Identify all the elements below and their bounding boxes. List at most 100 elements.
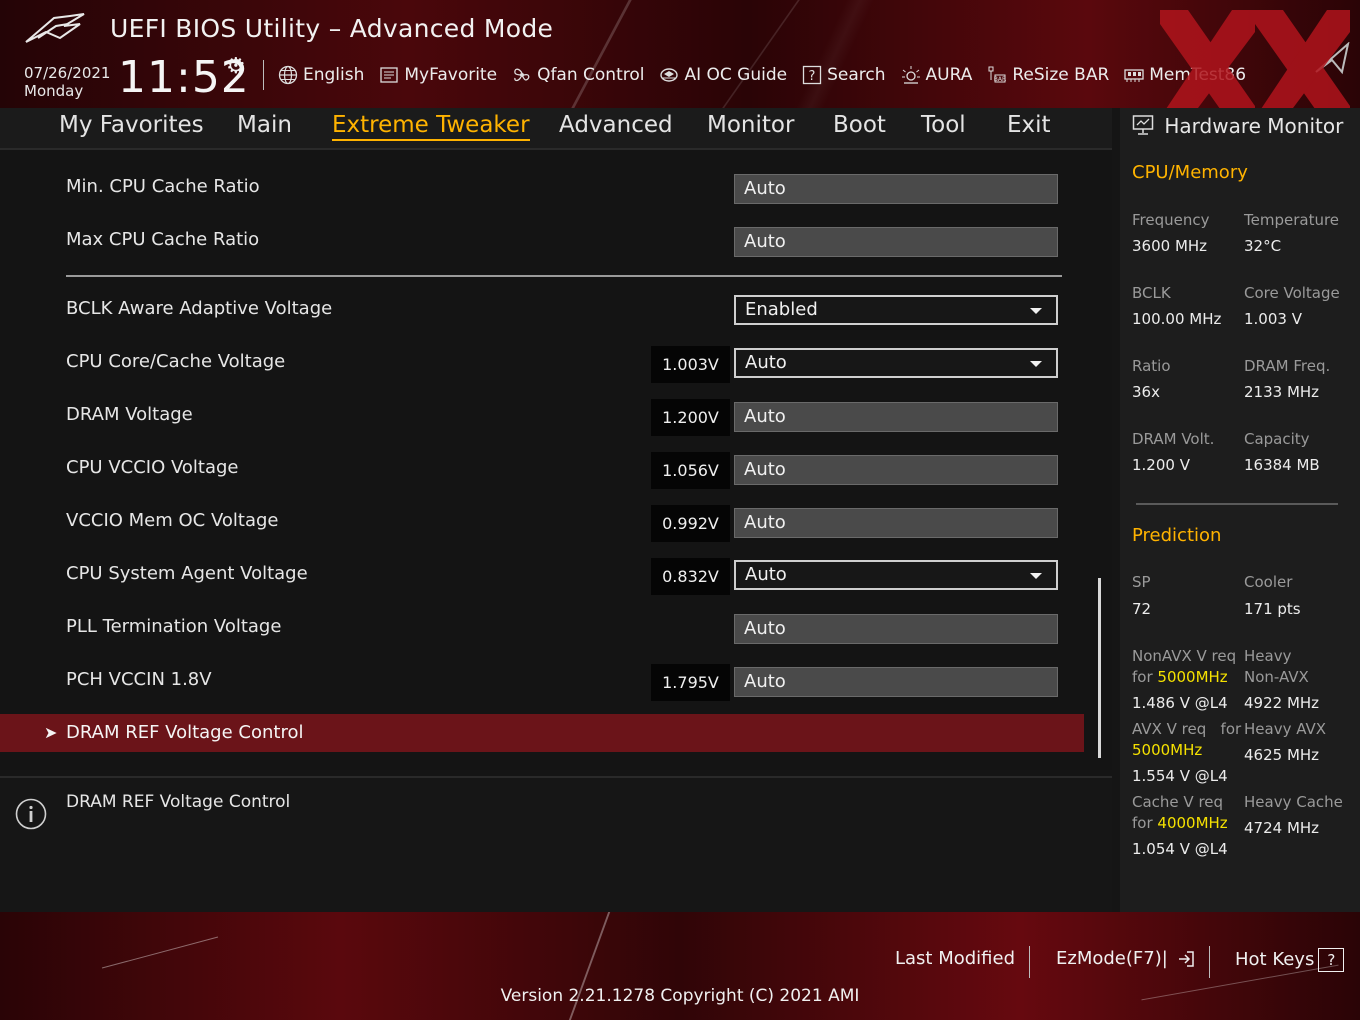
- hw-label-cache-vreq: Cache V req: [1132, 793, 1224, 811]
- tab-main[interactable]: Main: [237, 112, 292, 138]
- info-icon: [15, 798, 47, 830]
- cpu-memory-heading: CPU/Memory: [1132, 162, 1248, 183]
- tab-exit[interactable]: Exit: [1007, 112, 1051, 138]
- cpu-system-agent-voltage-select[interactable]: Auto: [734, 560, 1058, 590]
- hw-label-heavy-avx: Heavy AVX: [1244, 720, 1327, 738]
- hw-value-cache: 1.054 V @L4: [1132, 840, 1228, 858]
- main-tabs: My Favorites Main Extreme Tweaker Advanc…: [0, 108, 1112, 150]
- hw-value-core-voltage: 1.003 V: [1244, 310, 1302, 328]
- voltage-readout: 1.795V: [651, 664, 730, 701]
- hw-label-dram-volt: DRAM Volt.: [1132, 430, 1215, 448]
- gear-icon[interactable]: ⚙: [226, 54, 246, 79]
- hw-value-capacity: 16384 MB: [1244, 456, 1320, 474]
- toolbar: English MyFavorite Qfan Control AI OC Gu…: [278, 62, 1261, 88]
- pch-vccin-1-8v-input[interactable]: Auto: [734, 667, 1058, 697]
- header-bar: UEFI BIOS Utility – Advanced Mode 07/26/…: [0, 0, 1360, 108]
- toolbar-memtest86[interactable]: MemTest86: [1124, 65, 1246, 85]
- setting-label-pch-vccin-1-8v: PCH VCCIN 1.8V: [66, 669, 212, 690]
- cpu-core-cache-voltage-select[interactable]: Auto: [734, 348, 1058, 378]
- voltage-readout: 1.200V: [651, 399, 730, 436]
- hw-value-bclk: 100.00 MHz: [1132, 310, 1222, 328]
- voltage-readout: 1.056V: [651, 452, 730, 489]
- date-display: 07/26/2021 Monday: [24, 64, 110, 100]
- setting-label-min-cpu-cache-ratio: Min. CPU Cache Ratio: [66, 176, 260, 197]
- ai-chip-icon: [660, 68, 679, 82]
- setting-label-dram-voltage: DRAM Voltage: [66, 404, 193, 425]
- toolbar-myfavorite[interactable]: MyFavorite: [379, 65, 497, 85]
- footer-bar: Last Modified EzMode(F7)| Hot Keys? Vers…: [0, 912, 1360, 1020]
- chevron-right-icon: ➤: [44, 723, 58, 742]
- voltage-readout: 0.832V: [651, 558, 730, 595]
- toolbar-label: AI OC Guide: [684, 65, 788, 85]
- hardware-monitor-panel: Hardware Monitor CPU/Memory Frequency Te…: [1120, 108, 1360, 912]
- vccio-mem-oc-voltage-input[interactable]: Auto: [734, 508, 1058, 538]
- memory-icon: [1124, 69, 1144, 82]
- help-text: DRAM REF Voltage Control: [66, 792, 291, 812]
- day-text: Monday: [24, 82, 84, 100]
- ezmode-button[interactable]: EzMode(F7)|: [1056, 948, 1196, 969]
- for-text: for: [1132, 814, 1153, 832]
- hw-value-frequency: 3600 MHz: [1132, 237, 1208, 255]
- hw-value-nonavx: 1.486 V @L4: [1132, 694, 1228, 712]
- bclk-aware-adaptive-voltage-select[interactable]: Enabled: [734, 295, 1058, 325]
- footer-divider: [1029, 946, 1030, 978]
- svg-text:BAR: BAR: [994, 76, 1006, 83]
- question-box-icon: ?: [802, 65, 822, 85]
- submenu-label: DRAM REF Voltage Control: [66, 722, 304, 743]
- tab-advanced[interactable]: Advanced: [559, 112, 673, 138]
- setting-label-vccio-mem-oc-voltage: VCCIO Mem OC Voltage: [66, 510, 279, 531]
- for-text: for: [1220, 720, 1242, 738]
- fan-icon: [514, 68, 530, 82]
- tab-my-favorites[interactable]: My Favorites: [59, 112, 204, 138]
- hw-label-bclk: BCLK: [1132, 284, 1171, 302]
- setting-label-cpu-vccio-voltage: CPU VCCIO Voltage: [66, 457, 239, 478]
- hw-divider: [1136, 503, 1338, 505]
- pll-termination-voltage-input[interactable]: Auto: [734, 614, 1058, 644]
- rog-logo-icon: [25, 13, 85, 43]
- tab-monitor[interactable]: Monitor: [707, 112, 794, 138]
- toolbar-label: AURA: [925, 65, 973, 85]
- scrollbar[interactable]: [1098, 578, 1101, 758]
- submenu-dram-ref-voltage-control[interactable]: ➤ DRAM REF Voltage Control: [0, 714, 1084, 752]
- toolbar-english[interactable]: English: [278, 65, 364, 85]
- toolbar-resize-bar[interactable]: BAR ReSize BAR: [987, 65, 1109, 85]
- hw-label-non-avx: Non-AVX: [1244, 668, 1309, 686]
- hw-label-sp: SP: [1132, 573, 1151, 591]
- toolbar-aura[interactable]: AURA: [901, 65, 973, 85]
- settings-panel: Min. CPU Cache Ratio Auto Max CPU Cache …: [0, 150, 1112, 770]
- footer-divider: [1209, 946, 1210, 978]
- tab-boot[interactable]: Boot: [833, 112, 886, 138]
- hw-value-heavy-nonavx: 4922 MHz: [1244, 694, 1320, 712]
- min-cpu-cache-ratio-input[interactable]: Auto: [734, 174, 1058, 204]
- hw-value-dram-volt: 1.200 V: [1132, 456, 1190, 474]
- hw-label-capacity: Capacity: [1244, 430, 1310, 448]
- tab-extreme-tweaker[interactable]: Extreme Tweaker: [332, 112, 530, 141]
- hw-value-cooler: 171 pts: [1244, 600, 1301, 618]
- voltage-readout: 1.003V: [651, 346, 730, 383]
- hw-value-ratio: 36x: [1132, 383, 1160, 401]
- toolbar-label: MyFavorite: [404, 65, 498, 85]
- favorite-list-icon: [380, 67, 399, 83]
- toolbar-search[interactable]: ? Search: [802, 65, 886, 85]
- toolbar-ai-oc-guide[interactable]: AI OC Guide: [659, 65, 787, 85]
- toolbar-label: English: [303, 65, 365, 85]
- tab-tool[interactable]: Tool: [921, 112, 966, 138]
- last-modified-button[interactable]: Last Modified: [895, 948, 1015, 969]
- hw-label-temperature: Temperature: [1244, 211, 1340, 229]
- date-text: 07/26/2021: [24, 64, 111, 82]
- max-cpu-cache-ratio-input[interactable]: Auto: [734, 227, 1058, 257]
- dram-voltage-input[interactable]: Auto: [734, 402, 1058, 432]
- resize-bar-icon: BAR: [988, 66, 1007, 83]
- svg-text:?: ?: [809, 69, 816, 84]
- header-streak: [722, 0, 800, 108]
- setting-label-max-cpu-cache-ratio: Max CPU Cache Ratio: [66, 229, 260, 250]
- rog-arrow-icon: [1315, 42, 1350, 75]
- toolbar-qfan-control[interactable]: Qfan Control: [512, 65, 644, 85]
- help-panel: DRAM REF Voltage Control: [0, 776, 1112, 914]
- hot-keys-button[interactable]: Hot Keys?: [1235, 948, 1345, 972]
- version-text: Version 2.21.1278 Copyright (C) 2021 AMI: [500, 986, 860, 1006]
- hw-value-avx: 1.554 V @L4: [1132, 767, 1228, 785]
- voltage-readout: 0.992V: [651, 505, 730, 542]
- prediction-heading: Prediction: [1132, 525, 1222, 546]
- cpu-vccio-voltage-input[interactable]: Auto: [734, 455, 1058, 485]
